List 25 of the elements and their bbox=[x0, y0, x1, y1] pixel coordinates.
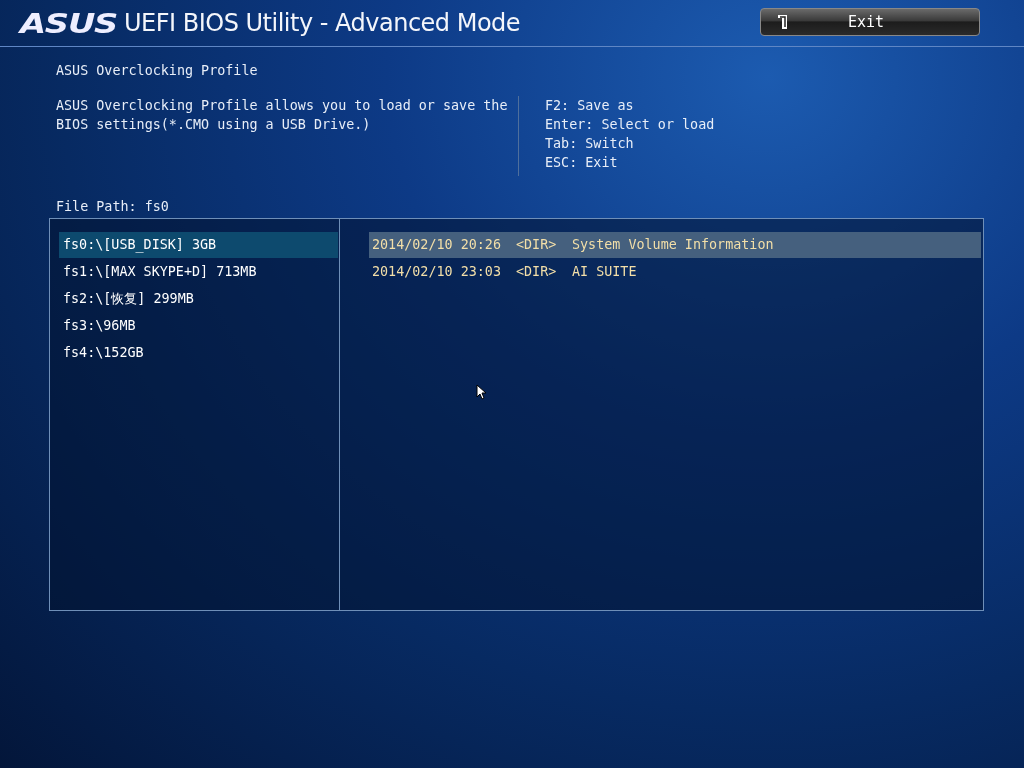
drive-item[interactable]: fs2:\[恢复] 299MB bbox=[59, 286, 338, 312]
key-hint: Enter: Select or load bbox=[545, 116, 715, 134]
description-text: ASUS Overclocking Profile allows you to load or save the BIOS settings(*.CMO using a USB Drive.) bbox=[56, 96, 519, 176]
file-path-label: File Path: fs0 bbox=[56, 199, 170, 214]
file-name: System Volume Information bbox=[572, 236, 774, 254]
file-row[interactable]: 2014/02/10 20:26 <DIR> System Volume Information bbox=[369, 232, 981, 258]
drive-item[interactable]: fs3:\96MB bbox=[59, 313, 338, 339]
app-title: UEFI BIOS Utility - Advanced Mode bbox=[124, 9, 521, 37]
file-date: 2014/02/10 20:26 bbox=[372, 236, 502, 254]
exit-button[interactable]: Exit bbox=[760, 8, 980, 36]
asus-logo: ASUS bbox=[20, 7, 119, 39]
file-name: AI SUITE bbox=[572, 263, 637, 281]
file-row[interactable]: 2014/02/10 23:03 <DIR> AI SUITE bbox=[369, 259, 981, 285]
page-title: ASUS Overclocking Profile bbox=[56, 63, 259, 78]
file-date: 2014/02/10 23:03 bbox=[372, 263, 502, 281]
door-exit-icon bbox=[777, 14, 789, 30]
drive-item[interactable]: fs4:\152GB bbox=[59, 340, 338, 366]
key-hint: Tab: Switch bbox=[545, 135, 635, 153]
file-type: <DIR> bbox=[516, 236, 558, 254]
file-type: <DIR> bbox=[516, 263, 558, 281]
key-hint: F2: Save as bbox=[545, 97, 635, 115]
drive-item[interactable]: fs0:\[USB_DISK] 3GB bbox=[59, 232, 338, 258]
mouse-cursor-icon bbox=[476, 384, 486, 400]
key-hint: ESC: Exit bbox=[545, 154, 619, 172]
drive-item[interactable]: fs1:\[MAX SKYPE+D] 713MB bbox=[59, 259, 338, 285]
